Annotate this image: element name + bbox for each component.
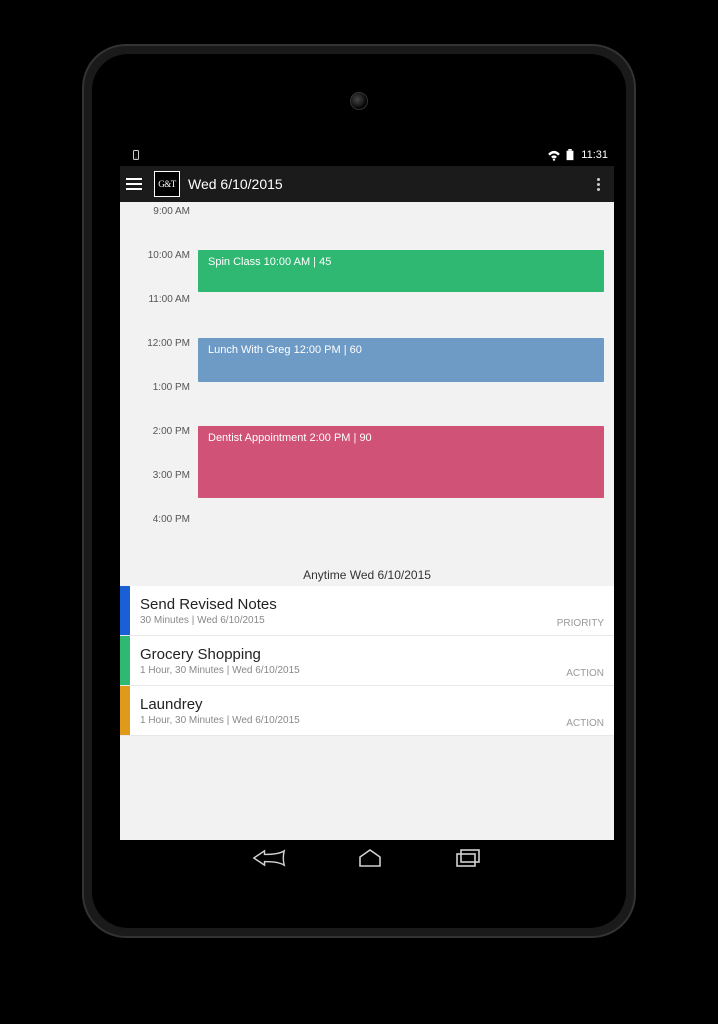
empty-area xyxy=(120,736,614,856)
hour-label: 10:00 AM xyxy=(120,246,198,261)
task-subtitle: 30 Minutes | Wed 6/10/2015 xyxy=(140,615,541,626)
hour-label: 4:00 PM xyxy=(120,510,198,525)
screen: 11:31 G&T Wed 6/10/2015 9:00 AM 10:00 AM 1… xyxy=(120,144,614,880)
app-logo[interactable]: G&T xyxy=(154,171,180,197)
hour-label: 1:00 PM xyxy=(120,378,198,393)
task-color-bar xyxy=(120,686,130,735)
camera-icon xyxy=(350,92,368,110)
task-tag: PRIORITY xyxy=(551,618,614,635)
task-body: Laundrey 1 Hour, 30 Minutes | Wed 6/10/20… xyxy=(130,686,560,735)
task-subtitle: 1 Hour, 30 Minutes | Wed 6/10/2015 xyxy=(140,715,550,726)
action-bar: G&T Wed 6/10/2015 xyxy=(120,166,614,202)
recent-icon[interactable] xyxy=(454,848,482,873)
task-color-bar xyxy=(120,586,130,635)
status-bar: 11:31 xyxy=(120,144,614,166)
task-subtitle: 1 Hour, 30 Minutes | Wed 6/10/2015 xyxy=(140,665,550,676)
home-icon[interactable] xyxy=(356,848,384,873)
task-tag: ACTION xyxy=(560,718,614,735)
calendar-event[interactable]: Spin Class 10:00 AM | 45 xyxy=(198,250,604,292)
hour-label: 2:00 PM xyxy=(120,422,198,437)
wifi-icon xyxy=(547,149,561,161)
action-bar-title: Wed 6/10/2015 xyxy=(188,176,283,192)
hour-label: 3:00 PM xyxy=(120,466,198,481)
phone-icon xyxy=(130,149,142,161)
task-body: Grocery Shopping 1 Hour, 30 Minutes | Wed… xyxy=(130,636,560,685)
menu-icon[interactable] xyxy=(126,173,148,195)
task-title: Send Revised Notes xyxy=(140,596,541,613)
hour-label: 11:00 AM xyxy=(120,290,198,305)
anytime-header: Anytime Wed 6/10/2015 xyxy=(120,560,614,586)
android-nav-bar xyxy=(120,840,614,880)
calendar-event[interactable]: Dentist Appointment 2:00 PM | 90 xyxy=(198,426,604,498)
task-row[interactable]: Laundrey 1 Hour, 30 Minutes | Wed 6/10/20… xyxy=(120,686,614,736)
task-row[interactable]: Send Revised Notes 30 Minutes | Wed 6/10/… xyxy=(120,586,614,636)
tablet-bezel: 11:31 G&T Wed 6/10/2015 9:00 AM 10:00 AM 1… xyxy=(92,54,626,928)
task-tag: ACTION xyxy=(560,668,614,685)
hour-label: 12:00 PM xyxy=(120,334,198,349)
status-time: 11:31 xyxy=(581,149,608,161)
battery-icon xyxy=(565,149,575,161)
back-icon[interactable] xyxy=(252,848,286,873)
overflow-icon[interactable] xyxy=(588,178,608,191)
calendar-event[interactable]: Lunch With Greg 12:00 PM | 60 xyxy=(198,338,604,382)
task-title: Laundrey xyxy=(140,696,550,713)
anytime-list: Send Revised Notes 30 Minutes | Wed 6/10/… xyxy=(120,586,614,736)
day-view[interactable]: 9:00 AM 10:00 AM 11:00 AM 12:00 PM 1:00 PM 2:… xyxy=(120,202,614,560)
task-color-bar xyxy=(120,636,130,685)
task-title: Grocery Shopping xyxy=(140,646,550,663)
task-row[interactable]: Grocery Shopping 1 Hour, 30 Minutes | Wed… xyxy=(120,636,614,686)
tablet-frame: 11:31 G&T Wed 6/10/2015 9:00 AM 10:00 AM 1… xyxy=(84,46,634,936)
hour-label: 9:00 AM xyxy=(120,202,198,217)
task-body: Send Revised Notes 30 Minutes | Wed 6/10/… xyxy=(130,586,551,635)
